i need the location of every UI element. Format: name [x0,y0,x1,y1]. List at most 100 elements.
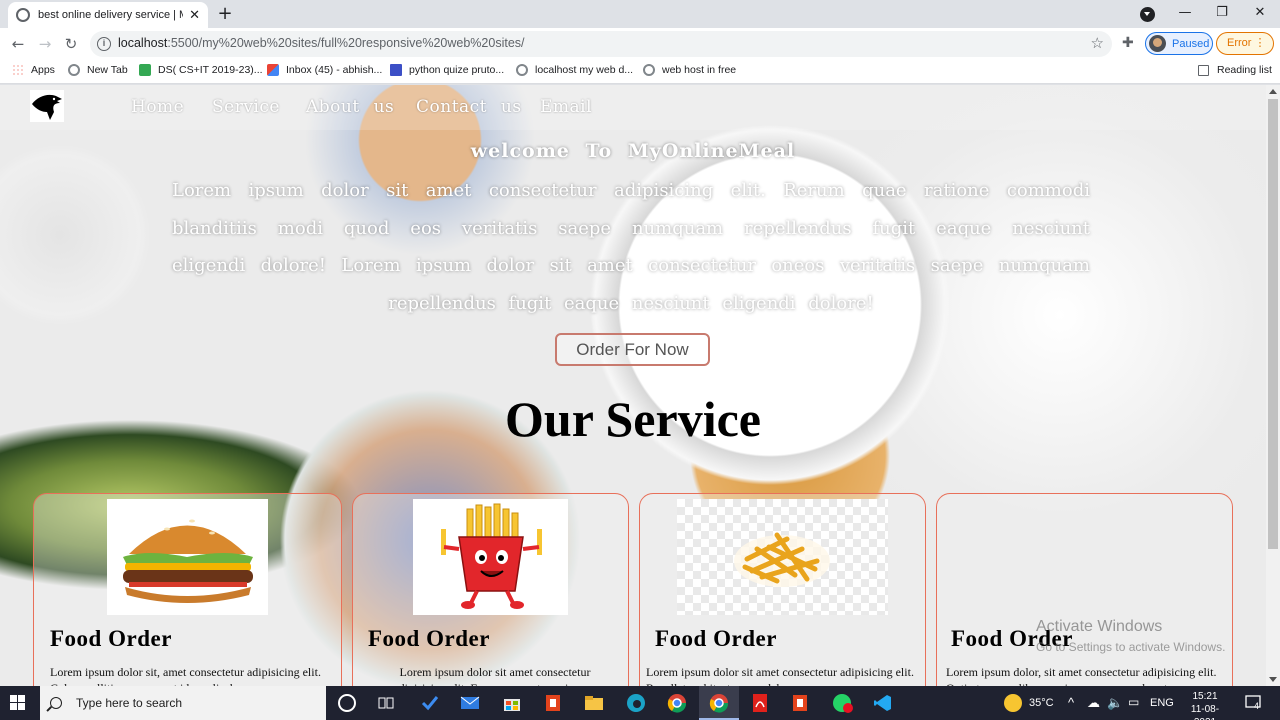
url-text[interactable]: localhost:5500/my%20web%20sites/full%20r… [118,36,525,50]
clock[interactable]: 15:21 11-08-2021 [1182,690,1228,720]
card-text: Lorem ipsum dolor sit, amet consectetur … [50,665,321,686]
card-title: Food Order [50,626,172,651]
bookmark-apps[interactable]: Apps [12,64,55,76]
gmail-icon [267,64,279,76]
scroll-thumb[interactable] [1268,99,1278,549]
scroll-down-arrow-icon[interactable] [1269,677,1277,682]
store-icon[interactable] [502,693,522,713]
taskbar-search-box[interactable]: Type here to search [40,686,326,720]
profile-button[interactable]: Paused [1145,32,1213,55]
profile-status-label: Paused [1172,37,1210,50]
nav-email[interactable]: Email [540,97,592,117]
edge-icon[interactable] [626,693,646,713]
forward-arrow-icon[interactable]: → [34,33,56,55]
cloud-icon[interactable]: ☁ [1087,695,1100,711]
globe-icon [516,64,528,76]
tab-title: best online delivery service | MyO [38,9,183,21]
service-card: Food Order Lorem ipsum dolor, sit amet c… [936,493,1233,686]
activate-windows-subtitle: Go to Settings to activate Windows. [1036,640,1226,654]
error-button[interactable]: Error ⋮ [1216,32,1274,55]
bookmark-localhost[interactable]: localhost my web d... [516,64,633,76]
tab-strip: best online delivery service | MyO ✕ + —… [0,0,1280,28]
bookmark-new-tab[interactable]: New Tab [68,64,128,76]
address-bar[interactable]: i localhost:5500/my%20web%20sites/full%2… [90,31,1112,57]
bookmarks-bar: Apps New Tab DS( CS+IT 2019-23)... Inbox… [0,60,1280,84]
site-info-icon[interactable]: i [97,37,111,51]
reload-icon[interactable]: ↻ [60,33,82,55]
maximize-button[interactable]: ❐ [1207,4,1237,24]
close-window-button[interactable]: ✕ [1245,4,1275,24]
close-tab-icon[interactable]: ✕ [189,8,200,23]
chrome-active-task[interactable] [699,686,739,720]
notifications-icon[interactable]: 4 [1245,694,1261,711]
services-title: Our Service [505,391,761,447]
ap-icon [390,64,402,76]
fries-mascot-image [413,499,568,615]
new-tab-button[interactable]: + [214,4,236,26]
site-navbar: Home Service About us Contact us Email [0,85,1266,130]
card-text: Lorem ipsum dolor sit amet consectetur a… [393,665,596,686]
minimize-button[interactable]: — [1170,4,1200,24]
nav-contact-us[interactable]: Contact us [416,97,522,117]
windows-taskbar: Type here to search 35°C ^ ☁ 🔈 ▭ ENG 15:… [0,686,1280,720]
file-explorer-icon[interactable] [584,693,604,713]
task-view-icon[interactable] [378,695,394,711]
apps-grid-icon [12,64,24,76]
reading-list-icon [1198,64,1209,76]
weather-sun-icon[interactable] [1004,694,1022,712]
web-page: Home Service About us Contact us Email w… [0,85,1266,686]
nav-home[interactable]: Home [131,97,184,117]
search-icon [50,697,62,709]
search-placeholder: Type here to search [76,696,183,710]
welcome-heading: welcome To MyOnlineMeal [470,140,796,162]
language-indicator[interactable]: ENG [1150,697,1174,709]
scroll-up-arrow-icon[interactable] [1269,89,1277,94]
burger-image [107,499,268,615]
card-title: Food Order [655,626,777,651]
card-text: Lorem ipsum dolor, sit amet consectetur … [946,665,1217,686]
speaker-icon[interactable]: 🔈 [1107,695,1123,711]
bookmark-python-quiz[interactable]: python quize pruto... [390,64,504,76]
nav-service[interactable]: Service [212,97,280,117]
windows-start-icon[interactable] [10,695,26,711]
clock-date: 11-08-2021 [1190,704,1220,720]
office-icon[interactable] [543,693,563,713]
vscode-icon[interactable] [873,693,893,713]
globe-icon [68,64,80,76]
clock-time: 15:21 [1192,691,1218,702]
pdf-reader-icon[interactable] [750,693,770,713]
globe-icon [643,64,655,76]
todo-check-icon[interactable] [420,693,440,713]
bookmark-ds[interactable]: DS( CS+IT 2019-23)... [139,64,263,76]
eagle-logo-icon[interactable] [30,90,64,122]
order-now-button[interactable]: Order For Now [555,333,710,366]
extensions-puzzle-icon[interactable]: ✚ [1122,35,1134,51]
reading-list-button[interactable]: Reading list [1198,64,1272,76]
intro-paragraph: Lorem ipsum dolor sit amet consectetur a… [172,180,1090,314]
fries-image [677,499,888,615]
show-hidden-icons-icon[interactable]: ^ [1068,695,1074,710]
battery-icon[interactable]: ▭ [1128,695,1139,709]
avatar [1149,35,1166,52]
page-scrollbar[interactable] [1266,85,1280,686]
nav-about-us[interactable]: About us [306,97,394,117]
card-title: Food Order [368,626,490,651]
bookmark-inbox[interactable]: Inbox (45) - abhish... [267,64,382,76]
tab-search-icon[interactable] [1140,7,1155,22]
globe-icon [16,8,30,22]
bookmark-web-host[interactable]: web host in free [643,64,736,76]
browser-toolbar: ← → ↻ i localhost:5500/my%20web%20sites/… [0,28,1280,60]
service-card: Food Order Lorem ipsum dolor sit, amet c… [33,493,342,686]
service-card: Food Order Lorem ipsum dolor sit amet co… [639,493,926,686]
back-arrow-icon[interactable]: ← [7,33,29,55]
mail-icon[interactable] [460,693,480,713]
chrome-icon[interactable] [667,693,687,713]
cortana-icon[interactable] [338,694,356,712]
activate-windows-watermark: Activate Windows [1036,618,1163,635]
office-icon-2[interactable] [790,693,810,713]
browser-tab[interactable]: best online delivery service | MyO ✕ [8,2,208,28]
notification-count: 4 [1254,701,1260,711]
temperature[interactable]: 35°C [1029,697,1054,709]
bookmark-star-icon[interactable]: ☆ [1091,34,1104,52]
whatsapp-icon[interactable] [832,693,853,713]
